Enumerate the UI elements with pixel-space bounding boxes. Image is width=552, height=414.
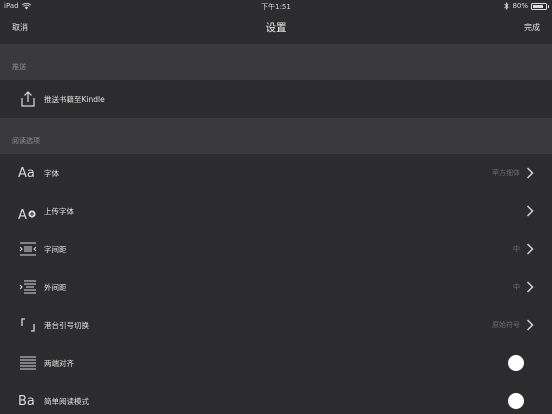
- section-title-push: 推送: [12, 63, 26, 71]
- justify-icon: [20, 356, 36, 370]
- upload-font-icon-letter: A: [18, 208, 27, 223]
- status-right: 80%: [504, 2, 549, 10]
- bluetooth-icon: [504, 2, 510, 10]
- battery-percent: 80%: [512, 2, 528, 10]
- done-button[interactable]: 完成: [524, 22, 540, 33]
- justify-row: 两端对齐: [0, 344, 552, 382]
- status-bar: iPad 下午1:51 80%: [0, 0, 552, 12]
- font-row[interactable]: Aa 字体 苹方细体: [0, 154, 552, 192]
- simple-mode-toggle[interactable]: [508, 393, 524, 409]
- letter-spacing-row[interactable]: 字间距 中: [0, 230, 552, 268]
- simple-mode-row: Ba 简单阅读模式: [0, 382, 552, 414]
- chevron-right-icon: [526, 281, 534, 293]
- justify-toggle[interactable]: [508, 355, 524, 371]
- margin-value: 中: [513, 283, 520, 291]
- quote-style-label: 港台引号切换: [44, 321, 89, 330]
- quote-style-value: 原始符号: [492, 321, 520, 329]
- letter-spacing-icon: [19, 242, 37, 256]
- font-value: 苹方细体: [492, 169, 520, 177]
- upload-font-label: 上传字体: [44, 207, 74, 216]
- letter-spacing-value: 中: [513, 245, 520, 253]
- chevron-right-icon: [526, 205, 534, 217]
- section-header-reading: 阅读选项: [0, 118, 552, 154]
- upload-font-icon: A: [18, 204, 38, 224]
- plus-circle-icon: [28, 210, 36, 218]
- section-header-push: 推送: [0, 44, 552, 80]
- font-icon: Aa: [18, 166, 35, 181]
- upload-font-row[interactable]: A 上传字体: [0, 192, 552, 230]
- status-time: 下午1:51: [261, 3, 291, 11]
- section-title-reading: 阅读选项: [12, 137, 40, 145]
- quote-bracket-icon: [21, 318, 35, 332]
- page-title: 设置: [265, 22, 287, 34]
- send-to-kindle-row[interactable]: 推送书籍至Kindle: [0, 80, 552, 118]
- quote-style-row[interactable]: 港台引号切换 原始符号: [0, 306, 552, 344]
- send-to-kindle-label: 推送书籍至Kindle: [44, 95, 105, 104]
- margin-label: 外间距: [44, 283, 67, 292]
- battery-fill: [533, 4, 543, 8]
- margin-icon: [19, 280, 36, 294]
- justify-label: 两端对齐: [44, 359, 74, 368]
- chevron-right-icon: [526, 319, 534, 331]
- margin-row[interactable]: 外间距 中: [0, 268, 552, 306]
- font-label: 字体: [44, 169, 59, 178]
- simple-mode-label: 简单阅读模式: [44, 397, 89, 406]
- simple-mode-icon: Ba: [18, 394, 35, 409]
- letter-spacing-label: 字间距: [44, 245, 67, 254]
- chevron-right-icon: [526, 167, 534, 179]
- battery-icon: [531, 2, 549, 10]
- navigation-bar: 取消 设置 完成: [0, 12, 552, 44]
- share-icon: [21, 91, 35, 107]
- chevron-right-icon: [526, 243, 534, 255]
